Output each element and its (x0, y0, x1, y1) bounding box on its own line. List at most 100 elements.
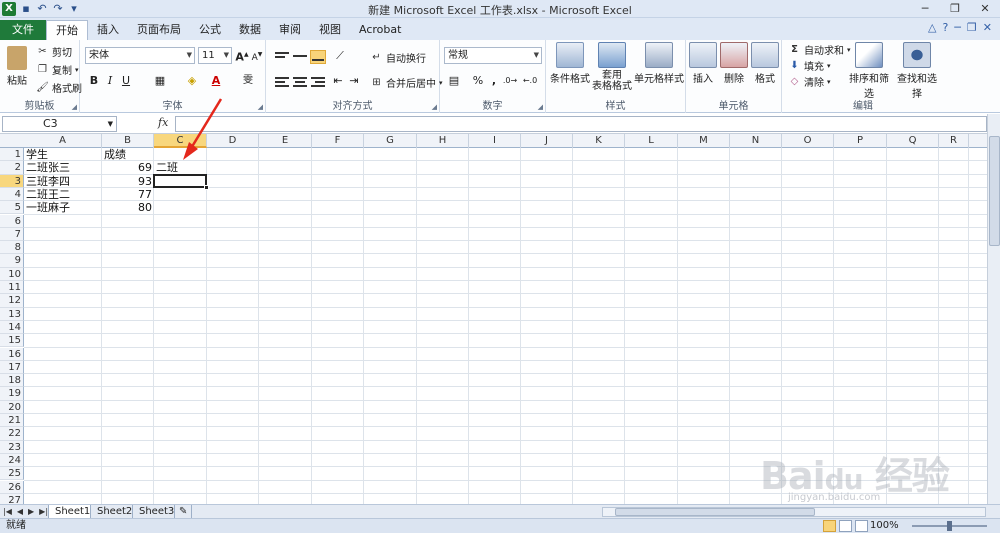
cell-a5[interactable]: 一班麻子 (24, 201, 102, 214)
page-layout-view-icon[interactable] (839, 520, 852, 532)
column-header-l[interactable]: L (625, 134, 678, 148)
accounting-format-icon[interactable]: ▤ (446, 73, 462, 89)
clear-button[interactable]: ◇ 清除 ▾ (788, 74, 831, 90)
column-header-q[interactable]: Q (887, 134, 939, 148)
close-icon[interactable]: ✕ (970, 0, 1000, 18)
fill-button[interactable]: ⬇ 填充 ▾ (788, 58, 830, 74)
underline-button[interactable]: U (118, 73, 134, 89)
row-header-18[interactable]: 18 (0, 374, 24, 388)
row-header-8[interactable]: 8 (0, 241, 24, 255)
minimize-icon[interactable]: ─ (910, 0, 940, 18)
column-header-p[interactable]: P (834, 134, 887, 148)
cell-a1[interactable]: 学生 (24, 148, 102, 161)
paste-button[interactable]: 粘贴 (4, 46, 30, 87)
clipboard-launcher-icon[interactable]: ◢ (72, 103, 77, 111)
last-sheet-icon[interactable]: ▶| (39, 505, 48, 519)
formula-input[interactable] (175, 116, 987, 132)
grow-font-icon[interactable]: A▲ (234, 47, 250, 64)
row-header-3[interactable]: 3 (0, 174, 24, 188)
column-header-h[interactable]: H (417, 134, 469, 148)
percent-button[interactable]: % (470, 73, 486, 89)
sort-filter-button[interactable]: 排序和筛选 (846, 42, 892, 100)
workbook-minimize-icon[interactable]: ─ (954, 21, 961, 34)
merge-center-button[interactable]: ⊞ 合并后居中 ▾ (370, 75, 442, 91)
zoom-level[interactable]: 100% (870, 519, 899, 533)
column-header-k[interactable]: K (573, 134, 625, 148)
row-header-20[interactable]: 20 (0, 400, 24, 414)
align-right-icon[interactable] (310, 75, 326, 89)
alignment-launcher-icon[interactable]: ◢ (432, 103, 437, 111)
column-header-i[interactable]: I (469, 134, 521, 148)
cell-a2[interactable]: 二班张三 (24, 161, 102, 174)
tab-review[interactable]: 审阅 (270, 20, 310, 40)
tab-data[interactable]: 数据 (230, 20, 270, 40)
restore-icon[interactable]: ❐ (940, 0, 970, 18)
tab-formulas[interactable]: 公式 (190, 20, 230, 40)
row-header-14[interactable]: 14 (0, 320, 24, 335)
column-header-f[interactable]: F (312, 134, 364, 148)
page-break-view-icon[interactable] (855, 520, 868, 532)
tab-acrobat[interactable]: Acrobat (350, 20, 410, 40)
row-header-9[interactable]: 9 (0, 254, 24, 268)
next-sheet-icon[interactable]: ▶ (28, 505, 34, 519)
border-icon[interactable]: ▦ (152, 73, 168, 89)
wrap-text-button[interactable]: ↵ 自动换行 (370, 50, 426, 66)
column-header-c[interactable]: C (154, 134, 207, 148)
format-cells-button[interactable]: 格式 (750, 42, 780, 85)
column-header-e[interactable]: E (259, 134, 312, 148)
worksheet-grid[interactable]: ABCDEFGHIJKLMNOPQR 1 2 3 4 5 6 7 8 9 10 11 12 13 14 15… (0, 134, 987, 504)
conditional-format-button[interactable]: 条件格式 (550, 42, 590, 85)
font-name-select[interactable]: 宋体 ▼ (85, 47, 195, 64)
autosum-button[interactable]: Σ 自动求和 ▾ (788, 42, 850, 58)
format-painter-button[interactable]: 🖌 格式刷 (36, 80, 82, 96)
active-cell-outline[interactable] (153, 173, 207, 188)
cell-a4[interactable]: 二班王二 (24, 188, 102, 201)
name-box[interactable]: C3 ▼ (2, 116, 117, 132)
row-header-25[interactable]: 25 (0, 467, 24, 481)
cell-c2[interactable]: 二班 (154, 161, 207, 174)
tab-page-layout[interactable]: 页面布局 (128, 20, 190, 40)
tab-home[interactable]: 开始 (46, 20, 88, 40)
phonetic-icon[interactable]: 雯 (240, 73, 256, 89)
row-header-23[interactable]: 23 (0, 440, 24, 454)
workbook-restore-icon[interactable]: ❐ (967, 21, 977, 34)
row-header-4[interactable]: 4 (0, 187, 24, 202)
column-header-n[interactable]: N (730, 134, 782, 148)
tab-insert[interactable]: 插入 (88, 20, 128, 40)
font-size-select[interactable]: 11 ▼ (198, 47, 232, 64)
column-header-a[interactable]: A (24, 134, 102, 148)
row-header-26[interactable]: 26 (0, 480, 24, 494)
format-as-table-button[interactable]: 套用 表格格式 (592, 42, 632, 92)
cut-button[interactable]: ✂ 剪切 (36, 44, 72, 60)
comma-button[interactable]: , (486, 73, 502, 89)
shrink-font-icon[interactable]: A▼ (249, 47, 265, 63)
horizontal-scroll-thumb[interactable] (615, 508, 815, 516)
font-launcher-icon[interactable]: ◢ (258, 103, 263, 111)
row-header-17[interactable]: 17 (0, 360, 24, 375)
column-header-d[interactable]: D (207, 134, 259, 148)
bold-button[interactable]: B (86, 73, 102, 89)
cell-styles-button[interactable]: 单元格样式 (634, 42, 684, 85)
row-header-11[interactable]: 11 (0, 281, 24, 295)
cell-b1[interactable]: 成绩 (102, 148, 154, 161)
insert-function-button[interactable]: fx (158, 116, 168, 129)
find-select-button[interactable]: 查找和选择 (894, 42, 940, 100)
row-header-12[interactable]: 12 (0, 294, 24, 308)
cell-b2[interactable]: 69 (102, 161, 154, 174)
minimize-ribbon-icon[interactable]: △ (928, 21, 936, 34)
align-middle-icon[interactable] (292, 50, 308, 64)
row-header-27[interactable]: 27 (0, 493, 24, 504)
row-header-5[interactable]: 5 (0, 201, 24, 215)
column-header-o[interactable]: O (782, 134, 834, 148)
increase-indent-icon[interactable]: ⇥ (346, 73, 362, 89)
row-header-22[interactable]: 22 (0, 427, 24, 441)
fill-color-icon[interactable]: ◈ (184, 73, 200, 89)
column-header-j[interactable]: J (521, 134, 573, 148)
align-bottom-icon[interactable] (310, 50, 326, 64)
delete-cells-button[interactable]: 删除 (719, 42, 749, 85)
copy-button[interactable]: ❐ 复制 ▾ (36, 62, 79, 78)
row-header-2[interactable]: 2 (0, 161, 24, 175)
orientation-icon[interactable]: ⟋ (332, 48, 348, 64)
zoom-slider-knob[interactable] (947, 521, 952, 531)
cell-a3[interactable]: 三班李四 (24, 175, 102, 188)
